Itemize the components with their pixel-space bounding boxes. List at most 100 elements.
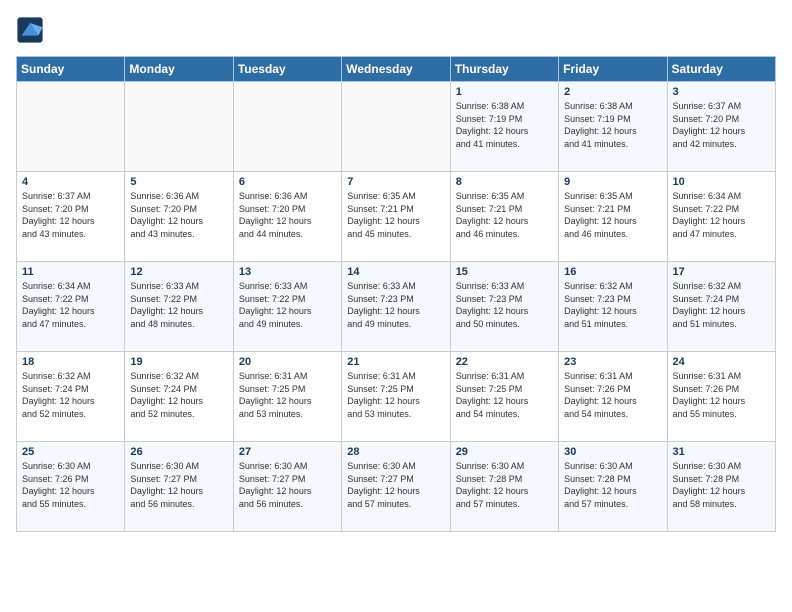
day-number: 6 [239,176,336,188]
day-info: Sunrise: 6:31 AM Sunset: 7:25 PM Dayligh… [456,370,553,420]
day-number: 18 [22,356,119,368]
header-cell-sunday: Sunday [17,57,125,82]
calendar-cell: 19Sunrise: 6:32 AM Sunset: 7:24 PM Dayli… [125,352,233,442]
calendar-cell: 27 Sunrise: 6:30 AM Sunset: 7:27 PM Dayli… [233,442,341,532]
logo [16,16,48,44]
day-number: 31 [673,446,770,458]
calendar-header: SundayMondayTuesdayWednesdayThursdayFrid… [17,57,776,82]
day-number: 24 [673,356,770,368]
day-info: Sunrise: 6:35 AM Sunset: 7:21 PM Dayligh… [456,190,553,240]
day-info: Sunrise: 6:36 AM Sunset: 7:20 PM Dayligh… [130,190,227,240]
day-number: 17 [673,266,770,278]
day-info: Sunrise: 6:33 AM Sunset: 7:22 PM Dayligh… [130,280,227,330]
header-cell-monday: Monday [125,57,233,82]
day-number: 1 [456,86,553,98]
calendar-cell: 24Sunrise: 6:31 AM Sunset: 7:26 PM Dayli… [667,352,775,442]
day-number: 30 [564,446,661,458]
day-info: Sunrise: 6:30 AM Sunset: 7:28 PM Dayligh… [564,460,661,510]
week-row-3: 11 Sunrise: 6:34 AM Sunset: 7:22 PM Dayli… [17,262,776,352]
calendar-cell: 25 Sunrise: 6:30 AM Sunset: 7:26 PM Dayli… [17,442,125,532]
calendar-cell: 7 Sunrise: 6:35 AM Sunset: 7:21 PM Daylig… [342,172,450,262]
day-number: 27 [239,446,336,458]
week-row-1: 1 Sunrise: 6:38 AM Sunset: 7:19 PM Daylig… [17,82,776,172]
day-number: 22 [456,356,553,368]
day-number: 29 [456,446,553,458]
day-number: 26 [130,446,227,458]
calendar-cell: 4 Sunrise: 6:37 AM Sunset: 7:20 PM Daylig… [17,172,125,262]
day-number: 9 [564,176,661,188]
calendar-cell: 31 Sunrise: 6:30 AM Sunset: 7:28 PM Dayli… [667,442,775,532]
calendar-cell: 2 Sunrise: 6:38 AM Sunset: 7:19 PM Daylig… [559,82,667,172]
day-number: 28 [347,446,444,458]
calendar-cell: 10Sunrise: 6:34 AM Sunset: 7:22 PM Dayli… [667,172,775,262]
day-info: Sunrise: 6:35 AM Sunset: 7:21 PM Dayligh… [347,190,444,240]
day-info: Sunrise: 6:34 AM Sunset: 7:22 PM Dayligh… [22,280,119,330]
calendar-cell: 29 Sunrise: 6:30 AM Sunset: 7:28 PM Dayli… [450,442,558,532]
calendar-cell: 21 Sunrise: 6:31 AM Sunset: 7:25 PM Dayli… [342,352,450,442]
day-number: 20 [239,356,336,368]
calendar-table: SundayMondayTuesdayWednesdayThursdayFrid… [16,56,776,532]
calendar-cell: 6Sunrise: 6:36 AM Sunset: 7:20 PM Daylig… [233,172,341,262]
calendar-cell: 3 Sunrise: 6:37 AM Sunset: 7:20 PM Daylig… [667,82,775,172]
calendar-cell: 22 Sunrise: 6:31 AM Sunset: 7:25 PM Dayli… [450,352,558,442]
day-info: Sunrise: 6:30 AM Sunset: 7:26 PM Dayligh… [22,460,119,510]
calendar-cell: 17 Sunrise: 6:32 AM Sunset: 7:24 PM Dayli… [667,262,775,352]
day-number: 4 [22,176,119,188]
calendar-cell [342,82,450,172]
day-info: Sunrise: 6:30 AM Sunset: 7:28 PM Dayligh… [673,460,770,510]
day-number: 8 [456,176,553,188]
day-info: Sunrise: 6:30 AM Sunset: 7:28 PM Dayligh… [456,460,553,510]
week-row-2: 4 Sunrise: 6:37 AM Sunset: 7:20 PM Daylig… [17,172,776,262]
day-number: 13 [239,266,336,278]
day-info: Sunrise: 6:31 AM Sunset: 7:25 PM Dayligh… [347,370,444,420]
calendar-cell: 8 Sunrise: 6:35 AM Sunset: 7:21 PM Daylig… [450,172,558,262]
day-number: 7 [347,176,444,188]
day-number: 11 [22,266,119,278]
calendar-cell [17,82,125,172]
header-cell-thursday: Thursday [450,57,558,82]
page-header [16,16,776,44]
day-number: 25 [22,446,119,458]
day-number: 15 [456,266,553,278]
calendar-cell: 16 Sunrise: 6:32 AM Sunset: 7:23 PM Dayli… [559,262,667,352]
header-cell-tuesday: Tuesday [233,57,341,82]
day-number: 2 [564,86,661,98]
day-info: Sunrise: 6:37 AM Sunset: 7:20 PM Dayligh… [673,100,770,150]
day-info: Sunrise: 6:30 AM Sunset: 7:27 PM Dayligh… [347,460,444,510]
day-info: Sunrise: 6:32 AM Sunset: 7:24 PM Dayligh… [673,280,770,330]
day-number: 12 [130,266,227,278]
calendar-cell: 15 Sunrise: 6:33 AM Sunset: 7:23 PM Dayli… [450,262,558,352]
day-info: Sunrise: 6:32 AM Sunset: 7:24 PM Dayligh… [130,370,227,420]
calendar-cell: 20 Sunrise: 6:31 AM Sunset: 7:25 PM Dayli… [233,352,341,442]
calendar-cell: 14Sunrise: 6:33 AM Sunset: 7:23 PM Dayli… [342,262,450,352]
header-cell-wednesday: Wednesday [342,57,450,82]
day-info: Sunrise: 6:30 AM Sunset: 7:27 PM Dayligh… [130,460,227,510]
calendar-cell: 28 Sunrise: 6:30 AM Sunset: 7:27 PM Dayli… [342,442,450,532]
calendar-cell: 18 Sunrise: 6:32 AM Sunset: 7:24 PM Dayli… [17,352,125,442]
header-row: SundayMondayTuesdayWednesdayThursdayFrid… [17,57,776,82]
day-number: 23 [564,356,661,368]
day-number: 21 [347,356,444,368]
day-info: Sunrise: 6:33 AM Sunset: 7:22 PM Dayligh… [239,280,336,330]
day-info: Sunrise: 6:38 AM Sunset: 7:19 PM Dayligh… [456,100,553,150]
calendar-cell: 11 Sunrise: 6:34 AM Sunset: 7:22 PM Dayli… [17,262,125,352]
day-number: 10 [673,176,770,188]
day-info: Sunrise: 6:30 AM Sunset: 7:27 PM Dayligh… [239,460,336,510]
calendar-cell [233,82,341,172]
day-info: Sunrise: 6:32 AM Sunset: 7:23 PM Dayligh… [564,280,661,330]
day-info: Sunrise: 6:37 AM Sunset: 7:20 PM Dayligh… [22,190,119,240]
day-number: 16 [564,266,661,278]
calendar-cell [125,82,233,172]
calendar-cell: 30 Sunrise: 6:30 AM Sunset: 7:28 PM Dayli… [559,442,667,532]
calendar-cell: 5Sunrise: 6:36 AM Sunset: 7:20 PM Daylig… [125,172,233,262]
day-info: Sunrise: 6:35 AM Sunset: 7:21 PM Dayligh… [564,190,661,240]
week-row-4: 18 Sunrise: 6:32 AM Sunset: 7:24 PM Dayli… [17,352,776,442]
day-info: Sunrise: 6:33 AM Sunset: 7:23 PM Dayligh… [347,280,444,330]
calendar-cell: 26 Sunrise: 6:30 AM Sunset: 7:27 PM Dayli… [125,442,233,532]
day-number: 3 [673,86,770,98]
day-info: Sunrise: 6:38 AM Sunset: 7:19 PM Dayligh… [564,100,661,150]
day-info: Sunrise: 6:31 AM Sunset: 7:25 PM Dayligh… [239,370,336,420]
day-info: Sunrise: 6:32 AM Sunset: 7:24 PM Dayligh… [22,370,119,420]
calendar-cell: 23Sunrise: 6:31 AM Sunset: 7:26 PM Dayli… [559,352,667,442]
day-info: Sunrise: 6:33 AM Sunset: 7:23 PM Dayligh… [456,280,553,330]
